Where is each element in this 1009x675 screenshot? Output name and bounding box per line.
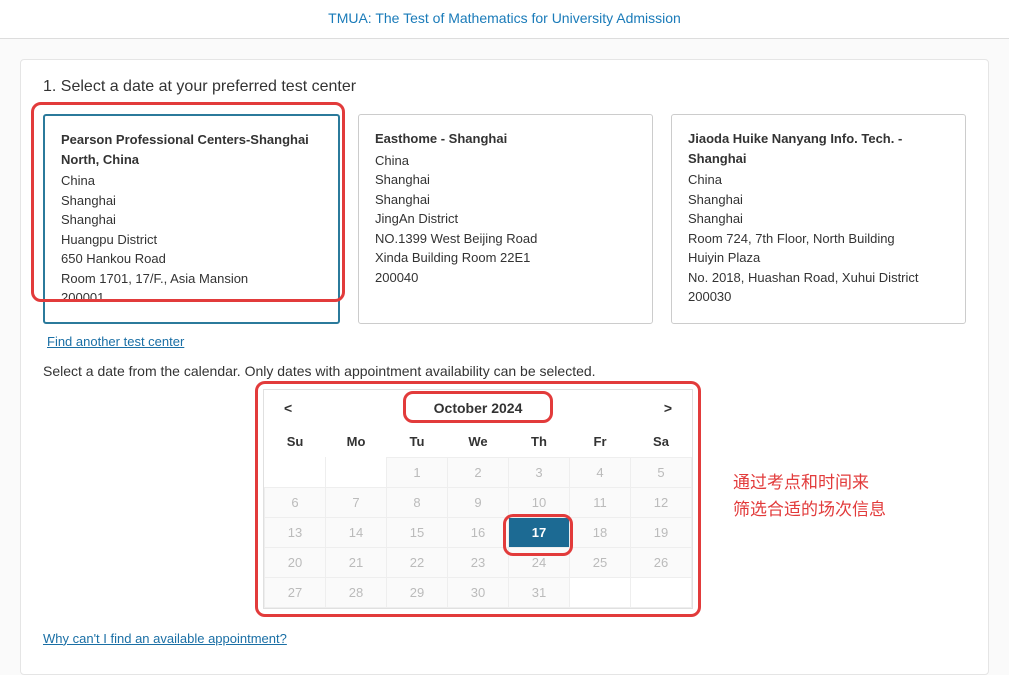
test-center-line: Shanghai <box>688 209 949 229</box>
test-center-line: Huiyin Plaza <box>688 248 949 268</box>
calendar-day: 1 <box>387 457 448 487</box>
test-center-name: Jiaoda Huike Nanyang Info. Tech. - Shang… <box>688 129 949 168</box>
test-center-card[interactable]: Jiaoda Huike Nanyang Info. Tech. - Shang… <box>671 114 966 324</box>
calendar-grid: SuMoTuWeThFrSa 1234567891011121314151617… <box>264 426 692 608</box>
calendar-day: 8 <box>387 487 448 517</box>
test-center-line: 200001 <box>61 288 322 308</box>
test-center-name: Pearson Professional Centers-Shanghai No… <box>61 130 322 169</box>
calendar-day: 11 <box>570 487 631 517</box>
calendar-weekday: We <box>448 426 509 458</box>
calendar: < October 2024 > SuMoTuWeThFrSa 12345678… <box>263 389 693 609</box>
test-centers-row: Pearson Professional Centers-Shanghai No… <box>43 114 966 324</box>
calendar-day: 2 <box>448 457 509 487</box>
annotation-text: 通过考点和时间来 筛选合适的场次信息 <box>733 469 953 523</box>
test-center-line: Shanghai <box>61 191 322 211</box>
calendar-day: 18 <box>570 517 631 547</box>
test-center-line: Room 724, 7th Floor, North Building <box>688 229 949 249</box>
calendar-day: 21 <box>326 547 387 577</box>
calendar-day: 4 <box>570 457 631 487</box>
calendar-day[interactable]: 17 <box>509 517 570 547</box>
calendar-day: 22 <box>387 547 448 577</box>
exam-title-link[interactable]: TMUA: The Test of Mathematics for Univer… <box>328 10 681 26</box>
calendar-weekday: Mo <box>326 426 387 458</box>
test-center-line: 650 Hankou Road <box>61 249 322 269</box>
test-center-line: China <box>688 170 949 190</box>
calendar-weekday: Tu <box>387 426 448 458</box>
calendar-day: 27 <box>265 577 326 607</box>
calendar-day: 12 <box>631 487 692 517</box>
header: TMUA: The Test of Mathematics for Univer… <box>0 0 1009 39</box>
calendar-day: 7 <box>326 487 387 517</box>
calendar-day: 26 <box>631 547 692 577</box>
test-center-card[interactable]: Pearson Professional Centers-Shanghai No… <box>43 114 340 324</box>
calendar-day: 25 <box>570 547 631 577</box>
calendar-day: 29 <box>387 577 448 607</box>
test-center-line: Xinda Building Room 22E1 <box>375 248 636 268</box>
test-center-card[interactable]: Easthome - ShanghaiChinaShanghaiShanghai… <box>358 114 653 324</box>
calendar-day: 6 <box>265 487 326 517</box>
find-another-center-link[interactable]: Find another test center <box>47 334 184 349</box>
calendar-day: 19 <box>631 517 692 547</box>
calendar-day: 16 <box>448 517 509 547</box>
calendar-day: 20 <box>265 547 326 577</box>
calendar-prev-button[interactable]: < <box>276 400 300 416</box>
why-unavailable-link[interactable]: Why can't I find an available appointmen… <box>43 631 287 646</box>
calendar-day: 23 <box>448 547 509 577</box>
calendar-day: 5 <box>631 457 692 487</box>
calendar-empty-cell <box>631 577 692 607</box>
calendar-month-label: October 2024 <box>434 400 523 416</box>
test-center-line: Huangpu District <box>61 230 322 250</box>
calendar-weekday: Sa <box>631 426 692 458</box>
calendar-wrap: < October 2024 > SuMoTuWeThFrSa 12345678… <box>263 389 693 609</box>
test-centers-wrap: Pearson Professional Centers-Shanghai No… <box>43 114 966 324</box>
test-center-line: JingAn District <box>375 209 636 229</box>
calendar-weekday: Su <box>265 426 326 458</box>
main-card: 1. Select a date at your preferred test … <box>20 59 989 675</box>
calendar-header: < October 2024 > <box>264 390 692 426</box>
calendar-day: 14 <box>326 517 387 547</box>
calendar-day: 15 <box>387 517 448 547</box>
calendar-empty-cell <box>326 457 387 487</box>
calendar-weekday: Th <box>509 426 570 458</box>
test-center-line: Shanghai <box>688 190 949 210</box>
test-center-line: China <box>375 151 636 171</box>
calendar-weekday: Fr <box>570 426 631 458</box>
test-center-line: 200030 <box>688 287 949 307</box>
calendar-day: 28 <box>326 577 387 607</box>
calendar-empty-cell <box>265 457 326 487</box>
test-center-line: Shanghai <box>375 190 636 210</box>
calendar-day: 30 <box>448 577 509 607</box>
calendar-day: 24 <box>509 547 570 577</box>
test-center-line: Shanghai <box>61 210 322 230</box>
test-center-line: NO.1399 West Beijing Road <box>375 229 636 249</box>
calendar-day: 9 <box>448 487 509 517</box>
calendar-day: 13 <box>265 517 326 547</box>
calendar-empty-cell <box>570 577 631 607</box>
test-center-line: China <box>61 171 322 191</box>
annotation-line1: 通过考点和时间来 <box>733 469 953 496</box>
calendar-day: 31 <box>509 577 570 607</box>
calendar-day: 10 <box>509 487 570 517</box>
calendar-next-button[interactable]: > <box>656 400 680 416</box>
calendar-instruction: Select a date from the calendar. Only da… <box>43 363 966 379</box>
test-center-line: No. 2018, Huashan Road, Xuhui District <box>688 268 949 288</box>
test-center-line: 200040 <box>375 268 636 288</box>
test-center-line: Shanghai <box>375 170 636 190</box>
annotation-line2: 筛选合适的场次信息 <box>733 496 953 523</box>
test-center-line: Room 1701, 17/F., Asia Mansion <box>61 269 322 289</box>
section-heading: 1. Select a date at your preferred test … <box>43 78 966 96</box>
calendar-day: 3 <box>509 457 570 487</box>
test-center-name: Easthome - Shanghai <box>375 129 636 149</box>
